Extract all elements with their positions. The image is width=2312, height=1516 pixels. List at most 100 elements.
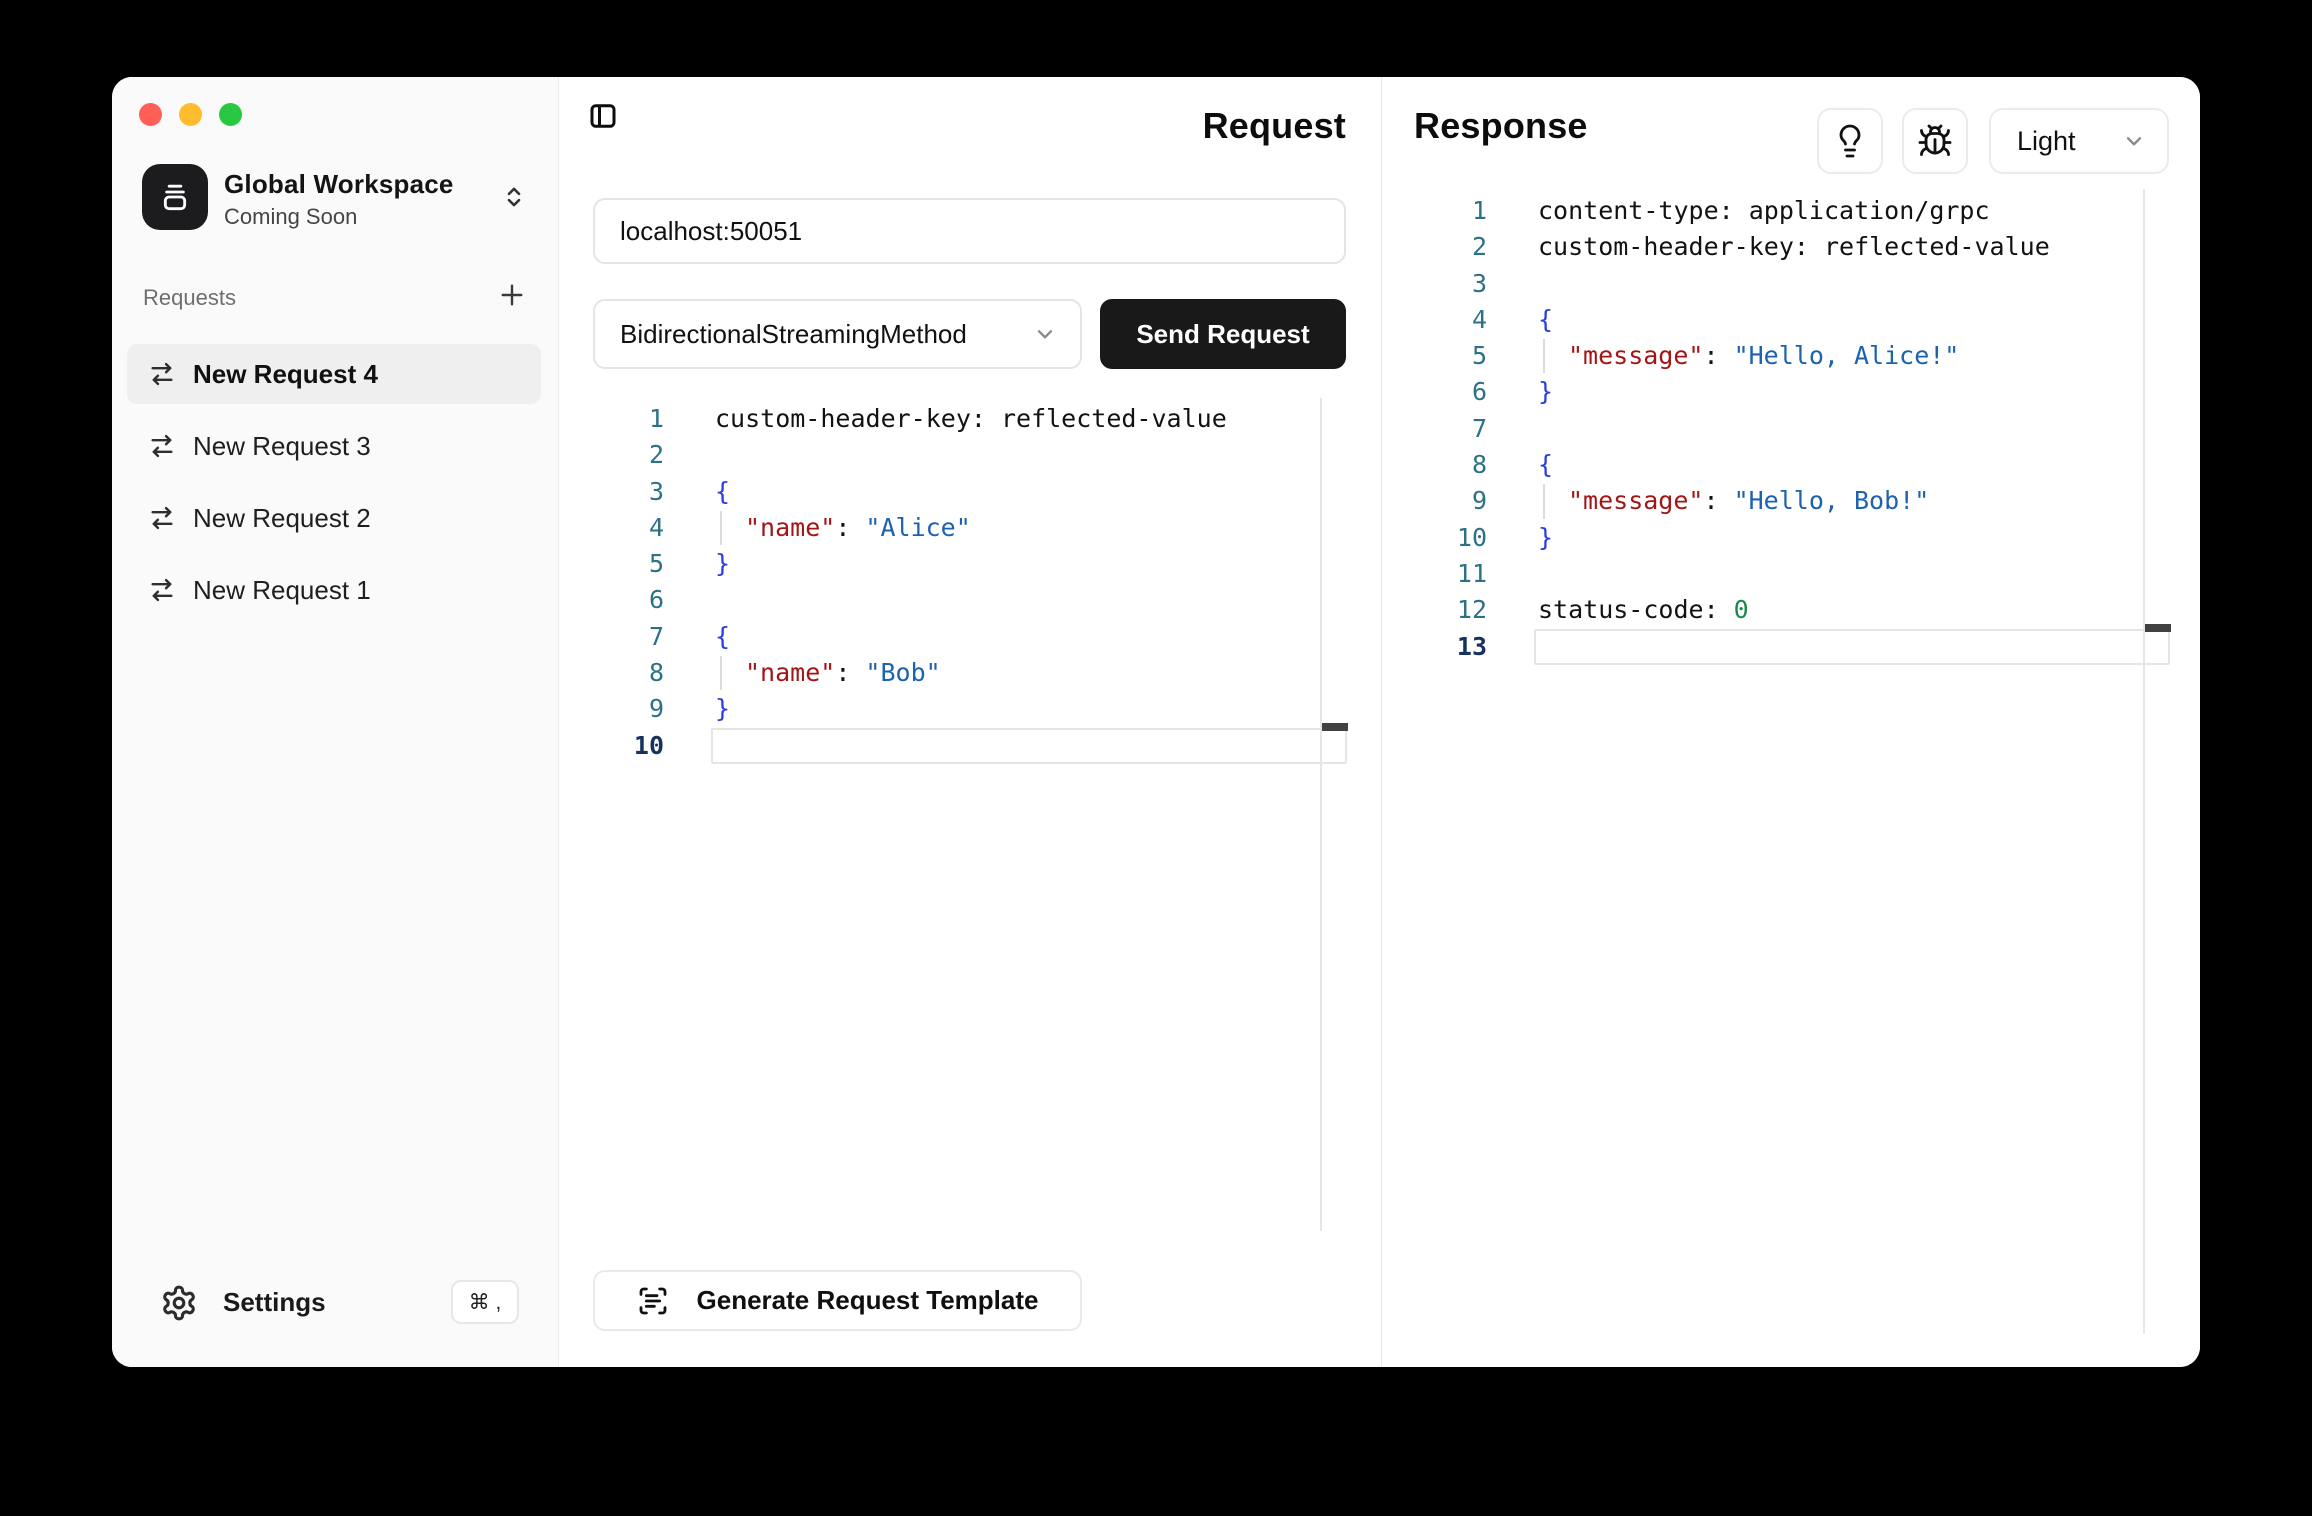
chevron-down-icon (1032, 321, 1058, 347)
code-line[interactable] (715, 728, 1346, 764)
workspace-subtitle: Coming Soon (224, 204, 357, 230)
editor-line[interactable]: 2 (559, 437, 1359, 473)
code-line[interactable]: "name": "Alice" (715, 510, 1346, 546)
debug-button[interactable] (1902, 108, 1968, 174)
sidebar-item-new-request-2[interactable]: New Request 2 (127, 488, 541, 548)
editor-line[interactable]: 10 (559, 728, 1359, 764)
response-panel-title: Response (1414, 105, 1588, 147)
response-panel: Response Light (1382, 77, 2200, 1367)
request-item-label: New Request 2 (193, 503, 371, 534)
editor-line[interactable]: 9} (559, 691, 1359, 727)
code-line[interactable]: } (1538, 374, 2169, 410)
zoom-window-button[interactable] (219, 103, 242, 126)
active-line-outline (711, 728, 1347, 764)
chevron-up-down-icon (499, 182, 529, 212)
generate-request-template-button[interactable]: Generate Request Template (593, 1270, 1082, 1331)
editor-line[interactable]: 9 "message": "Hello, Bob!" (1382, 483, 2182, 519)
editor-line[interactable]: 7{ (559, 619, 1359, 655)
hint-button[interactable] (1817, 108, 1883, 174)
swap-arrows-icon (148, 503, 176, 533)
editor-line[interactable]: 1content-type: application/grpc (1382, 193, 2182, 229)
line-number: 7 (1382, 411, 1487, 447)
method-select[interactable]: BidirectionalStreamingMethod (593, 299, 1082, 369)
close-window-button[interactable] (139, 103, 162, 126)
code-line[interactable]: custom-header-key: reflected-value (715, 401, 1346, 437)
sidebar-toggle-button[interactable] (588, 101, 618, 131)
swap-arrows-icon (148, 576, 176, 604)
editor-line[interactable]: 5 "message": "Hello, Alice!" (1382, 338, 2182, 374)
code-line[interactable]: content-type: application/grpc (1538, 193, 2169, 229)
editor-line[interactable]: 10} (1382, 520, 2182, 556)
code-line[interactable] (1538, 556, 2169, 592)
line-number: 2 (1382, 229, 1487, 265)
chevron-down-icon (2121, 128, 2147, 154)
editor-line[interactable]: 6 (559, 582, 1359, 618)
code-line[interactable]: { (1538, 302, 2169, 338)
add-request-button[interactable] (494, 277, 530, 313)
generate-button-label: Generate Request Template (697, 1285, 1039, 1316)
minimize-window-button[interactable] (179, 103, 202, 126)
editor-line[interactable]: 11 (1382, 556, 2182, 592)
editor-line[interactable]: 4{ (1382, 302, 2182, 338)
requests-section-header: Requests (143, 285, 236, 311)
request-item-label: New Request 4 (193, 359, 378, 390)
editor-line[interactable]: 13 (1382, 629, 2182, 665)
settings-shortcut-badge: ⌘ , (451, 1280, 519, 1324)
request-item-label: New Request 3 (193, 431, 371, 462)
panel-left-icon (588, 101, 618, 131)
code-line[interactable]: } (715, 546, 1346, 582)
theme-select[interactable]: Light (1989, 108, 2169, 174)
line-number: 1 (559, 401, 664, 437)
editor-line[interactable]: 12 status-code: 0 (1382, 592, 2182, 628)
line-number: 7 (559, 619, 664, 655)
editor-line[interactable]: 6} (1382, 374, 2182, 410)
request-editor-scroll-track (1320, 398, 1322, 1231)
scan-text-icon (637, 1285, 669, 1317)
editor-line[interactable]: 5} (559, 546, 1359, 582)
code-line[interactable]: { (1538, 447, 2169, 483)
code-line[interactable] (715, 437, 1346, 473)
swap-arrows-icon (148, 575, 176, 605)
response-editor[interactable]: 1content-type: application/grpc2 custom-h… (1382, 193, 2182, 665)
settings-row[interactable]: Settings ⌘ , (112, 1273, 559, 1335)
editor-line[interactable]: 8"name": "Bob" (559, 655, 1359, 691)
editor-line[interactable]: 4"name": "Alice" (559, 510, 1359, 546)
code-line[interactable]: "message": "Hello, Alice!" (1538, 338, 2169, 374)
horizontal-scrollbar-thumb[interactable] (1320, 723, 1348, 731)
code-line[interactable] (1538, 411, 2169, 447)
swap-arrows-icon (148, 432, 176, 460)
editor-line[interactable]: 3{ (559, 474, 1359, 510)
line-number: 5 (1382, 338, 1487, 374)
request-item-label: New Request 1 (193, 575, 371, 606)
code-line[interactable]: "name": "Bob" (715, 655, 1346, 691)
send-request-button[interactable]: Send Request (1100, 299, 1346, 369)
sidebar-item-new-request-3[interactable]: New Request 3 (127, 416, 541, 476)
code-line[interactable] (715, 582, 1346, 618)
indent-guide (720, 511, 722, 545)
line-number: 9 (1382, 483, 1487, 519)
code-line[interactable]: } (1538, 520, 2169, 556)
code-line[interactable]: } (715, 691, 1346, 727)
code-line[interactable]: "message": "Hello, Bob!" (1538, 483, 2169, 519)
horizontal-scrollbar-thumb[interactable] (2143, 624, 2171, 632)
screen-background: Global Workspace Coming Soon Requests Ne… (0, 0, 2312, 1516)
editor-line[interactable]: 1 custom-header-key: reflected-value (559, 401, 1359, 437)
code-line[interactable]: custom-header-key: reflected-value (1538, 229, 2169, 265)
server-url-input[interactable] (593, 198, 1346, 264)
code-line[interactable]: { (715, 474, 1346, 510)
line-number: 13 (1382, 629, 1487, 665)
code-line[interactable]: { (715, 619, 1346, 655)
editor-line[interactable]: 2 custom-header-key: reflected-value (1382, 229, 2182, 265)
code-line[interactable] (1538, 629, 2169, 665)
line-number: 12 (1382, 592, 1487, 628)
sidebar-item-new-request-1[interactable]: New Request 1 (127, 560, 541, 620)
workspace-selector[interactable] (498, 181, 530, 213)
code-line[interactable]: status-code: 0 (1538, 592, 2169, 628)
gear-icon (157, 1281, 201, 1325)
request-editor[interactable]: 1 custom-header-key: reflected-value23{4"… (559, 401, 1359, 764)
code-line[interactable] (1538, 266, 2169, 302)
editor-line[interactable]: 8{ (1382, 447, 2182, 483)
sidebar-item-new-request-4[interactable]: New Request 4 (127, 344, 541, 404)
editor-line[interactable]: 7 (1382, 411, 2182, 447)
editor-line[interactable]: 3 (1382, 266, 2182, 302)
